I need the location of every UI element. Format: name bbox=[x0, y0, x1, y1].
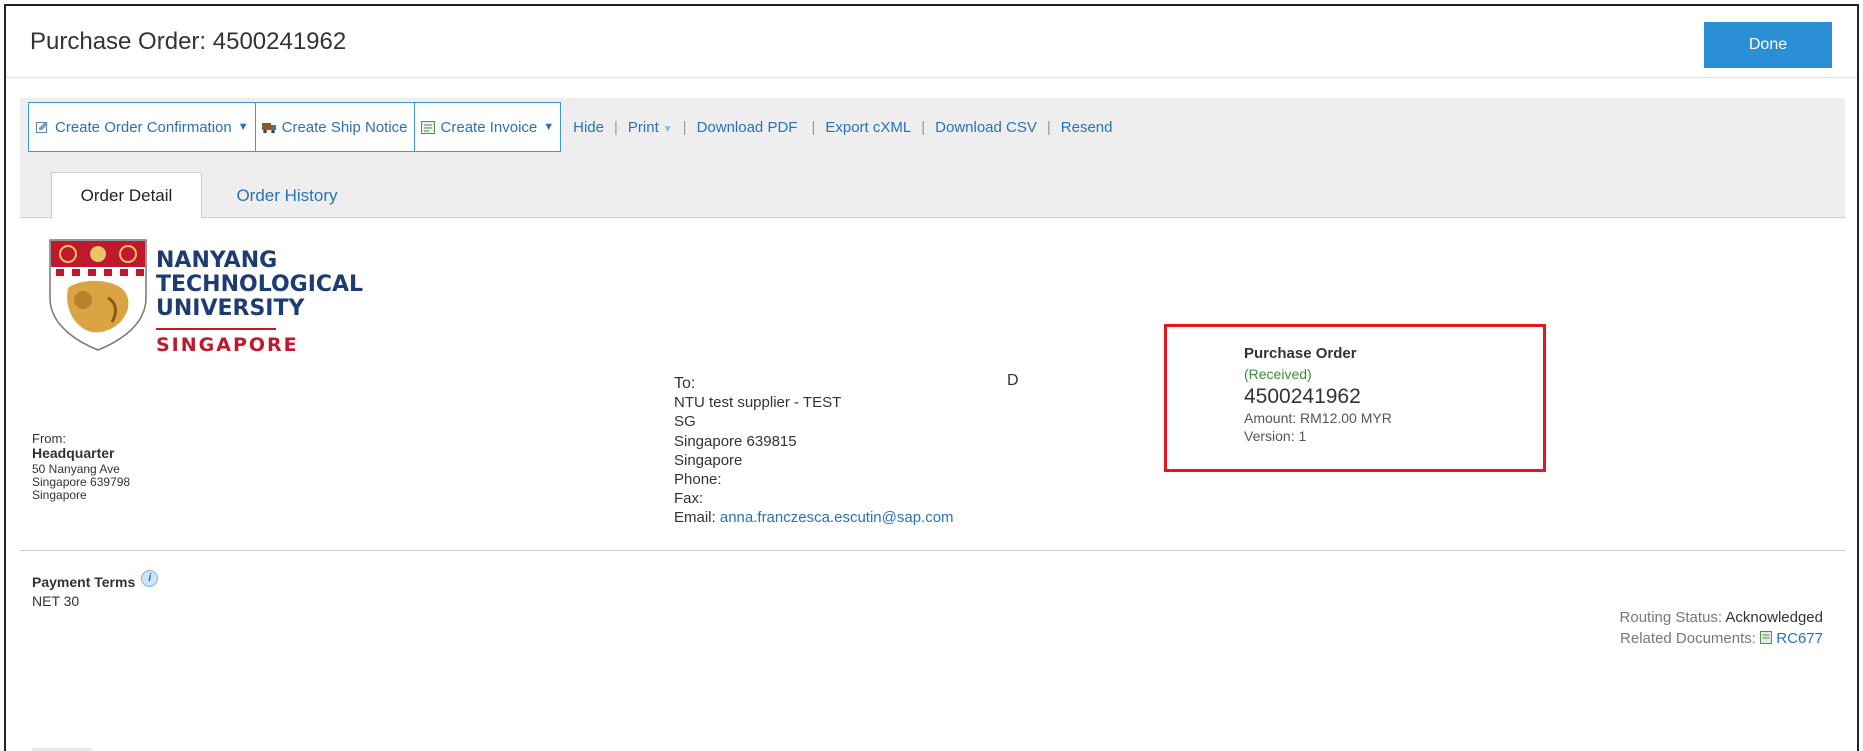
logo-line: NANYANG bbox=[156, 248, 278, 273]
create-order-confirmation-button[interactable]: Create Order Confirmation ▼ bbox=[29, 103, 255, 151]
to-email-label: Email: bbox=[674, 509, 716, 527]
separator: | bbox=[811, 118, 816, 136]
create-ship-notice-label: Create Ship Notice bbox=[281, 118, 408, 136]
create-order-confirmation-label: Create Order Confirmation bbox=[55, 118, 232, 136]
caret-down-icon[interactable]: ▼ bbox=[238, 121, 249, 133]
toolbar-links: Hide | Print ▼ | Download PDF | Export cX… bbox=[573, 119, 1112, 136]
info-icon[interactable]: i bbox=[141, 569, 159, 587]
logo-line: TECHNOLOGICAL bbox=[156, 272, 364, 297]
hide-link[interactable]: Hide bbox=[573, 119, 604, 136]
payment-terms: Payment Terms i NET 30 bbox=[32, 569, 159, 609]
routing-status-label: Routing Status: bbox=[1619, 609, 1723, 626]
routing-info: Routing Status: Acknowledged Related Doc… bbox=[1620, 607, 1823, 649]
marker-label: D bbox=[1007, 372, 1019, 389]
caret-down-icon[interactable]: ▼ bbox=[543, 121, 554, 133]
from-country: Singapore bbox=[32, 488, 87, 502]
to-address: To: NTU test supplier - TEST SG Singapor… bbox=[674, 374, 954, 528]
tabs-bar: Order Detail Order History bbox=[20, 156, 1845, 219]
po-version: Version: 1 bbox=[1244, 428, 1307, 444]
create-invoice-button[interactable]: Create Invoice ▼ bbox=[413, 103, 561, 151]
po-label: Purchase Order bbox=[1244, 345, 1357, 362]
export-cxml-link[interactable]: Export cXML bbox=[825, 119, 911, 136]
purchase-order-summary: Purchase Order (Received) 4500241962 Amo… bbox=[1244, 345, 1392, 445]
to-phone: Phone: bbox=[674, 471, 722, 489]
resend-link[interactable]: Resend bbox=[1061, 119, 1113, 136]
related-documents-row: Related Documents: RC677 bbox=[1620, 628, 1823, 649]
ntu-wordmark: NANYANG TECHNOLOGICAL UNIVERSITY SINGAPO… bbox=[156, 250, 363, 355]
separator: | bbox=[921, 118, 926, 136]
purchase-order-window: Purchase Order: 4500241962 Done Create O… bbox=[4, 4, 1859, 751]
payment-terms-label: Payment Terms bbox=[32, 574, 136, 590]
invoice-icon bbox=[421, 120, 436, 134]
checkbox-pencil-icon bbox=[35, 121, 50, 134]
to-supplier: NTU test supplier - TEST bbox=[674, 394, 842, 412]
to-address-line: Singapore bbox=[674, 451, 743, 469]
to-email-link[interactable]: anna.franczesca.escutin@sap.com bbox=[720, 509, 954, 526]
page-title: Purchase Order: 4500241962 bbox=[30, 28, 347, 55]
po-amount: Amount: RM12.00 MYR bbox=[1244, 410, 1392, 426]
payment-terms-heading: Payment Terms i bbox=[32, 569, 159, 590]
tab-order-detail[interactable]: Order Detail bbox=[51, 172, 202, 219]
caret-down-icon: ▼ bbox=[662, 123, 673, 135]
create-invoice-label: Create Invoice bbox=[440, 118, 538, 136]
logo-rule bbox=[156, 328, 276, 330]
to-label: To: bbox=[674, 375, 696, 392]
from-name: Headquarter bbox=[32, 445, 115, 461]
to-email-row: Email: anna.franczesca.escutin@sap.com bbox=[674, 508, 954, 527]
to-fax: Fax: bbox=[674, 490, 704, 508]
payment-terms-value: NET 30 bbox=[32, 593, 80, 609]
routing-status-value: Acknowledged bbox=[1725, 609, 1823, 626]
print-menu[interactable]: Print ▼ bbox=[628, 119, 673, 136]
done-button[interactable]: Done bbox=[1704, 22, 1832, 68]
create-actions-group: Create Order Confirmation ▼ Create Ship … bbox=[28, 102, 562, 152]
separator: | bbox=[614, 118, 618, 136]
tab-order-history[interactable]: Order History bbox=[212, 172, 362, 219]
logo-line: UNIVERSITY bbox=[156, 296, 305, 321]
related-document-link[interactable]: RC677 bbox=[1760, 630, 1823, 647]
po-status: (Received) bbox=[1244, 366, 1312, 382]
action-toolbar: Create Order Confirmation ▼ Create Ship … bbox=[20, 98, 1845, 156]
section-divider bbox=[20, 550, 1845, 551]
from-address: From: Headquarter 50 Nanyang Ave Singapo… bbox=[32, 432, 130, 502]
logo-line: SINGAPORE bbox=[156, 334, 299, 356]
separator: | bbox=[1046, 118, 1051, 136]
from-label: From: bbox=[32, 431, 66, 446]
po-number: 4500241962 bbox=[1244, 385, 1361, 408]
download-csv-link[interactable]: Download CSV bbox=[935, 119, 1037, 136]
separator: | bbox=[682, 118, 687, 136]
truck-icon bbox=[261, 121, 277, 134]
routing-status-row: Routing Status: Acknowledged bbox=[1620, 607, 1823, 628]
document-icon bbox=[1760, 631, 1773, 644]
print-label: Print bbox=[627, 118, 659, 136]
page-header: Purchase Order: 4500241962 Done bbox=[6, 6, 1857, 78]
download-pdf-link[interactable]: Download PDF bbox=[697, 119, 798, 136]
to-address-line: SG bbox=[674, 413, 696, 431]
related-documents-label: Related Documents: bbox=[1620, 630, 1756, 647]
related-document-id: RC677 bbox=[1776, 630, 1823, 647]
to-address-line: Singapore 639815 bbox=[674, 432, 797, 450]
create-ship-notice-button[interactable]: Create Ship Notice bbox=[254, 103, 414, 151]
